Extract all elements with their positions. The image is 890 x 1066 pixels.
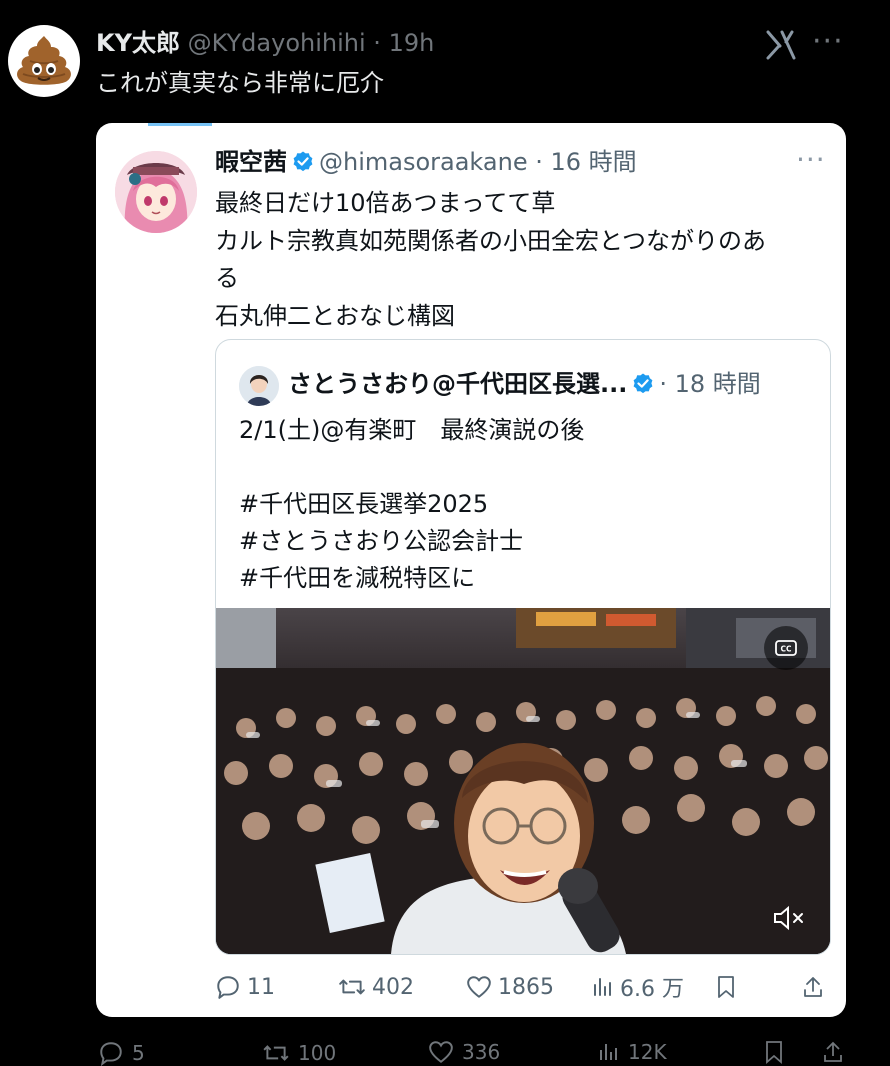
quoted-tweet-text: 最終日だけ10倍あつまってて草 カルト宗教真如苑関係者の小田全宏とつながりのあ … [215,185,825,335]
share-icon [824,1041,842,1062]
crowd-video-frame [216,608,830,954]
tweet-header: KY太郎 @KYdayohihihi · 19h [96,26,434,60]
text-line: 石丸伸二とおなじ構図 [215,301,455,330]
heart-icon [429,1041,453,1063]
text-line: 最終日だけ10倍あつまってて草 [215,189,556,217]
like-count: 1865 [498,974,554,1000]
bookmark-icon [718,976,734,998]
verified-badge-icon [293,151,313,172]
handle[interactable]: @himasoraakane [319,148,528,176]
text-line: カルト宗教真如苑関係者の小田全宏とつながりのあ [215,226,767,255]
like-button[interactable]: 1865 [466,969,554,1005]
hashtag-link[interactable]: #さとうさおり公認会計士 [239,523,584,560]
text-line [239,449,584,486]
captions-button[interactable]: CC [764,626,808,670]
separator: · [535,148,543,176]
reply-count: 5 [132,1041,145,1065]
repost-icon [339,979,365,995]
display-name[interactable]: さとうさおり@千代田区長選... [288,370,627,398]
timestamp[interactable]: 19h [389,29,435,57]
nested-quote-header: さとうさおり@千代田区長選... · 18 時間 [288,366,761,402]
heart-icon [467,976,491,998]
views-chart-icon [594,978,611,996]
repost-count: 100 [298,1041,337,1065]
text-line: 2/1(土)@有楽町 最終演説の後 [239,416,585,444]
reply-button[interactable]: 5 [98,1040,145,1066]
like-button[interactable]: 336 [428,1040,500,1064]
bookmark-button[interactable] [716,969,736,1005]
thread-line [148,123,212,126]
hashtag-link[interactable]: #千代田を減税特区に [239,560,584,597]
tweet-text: これが真実なら非常に厄介 [96,69,384,97]
bookmark-button[interactable] [764,1040,784,1064]
views-count: 6.6 万 [620,977,684,1002]
views-count: 12K [628,1040,667,1064]
quoted-tweet-card[interactable]: 暇空茜 @himasoraakane · 16 時間 ··· 最終日だけ10倍あつ… [96,123,846,1017]
speaker-muted-icon[interactable] [772,904,806,932]
more-options-button[interactable]: ··· [812,24,844,59]
display-name[interactable]: 暇空茜 [215,148,287,176]
closed-captions-icon: CC [775,640,797,656]
reply-icon [100,1042,122,1066]
display-name[interactable]: KY太郎 [96,29,180,57]
person-avatar-icon [239,366,279,406]
grok-icon[interactable] [764,28,800,62]
bookmark-icon [766,1041,782,1064]
reply-icon [217,976,239,999]
views-chart-icon [600,1044,617,1060]
quoted-tweet-header: 暇空茜 @himasoraakane · 16 時間 [215,145,637,179]
repost-button[interactable]: 100 [262,1040,336,1066]
verified-badge-icon [633,373,653,394]
hashtag-link[interactable]: #千代田区長選挙2025 [239,486,584,523]
avatar[interactable] [115,151,197,233]
like-count: 336 [462,1040,501,1064]
separator: · [373,29,381,57]
views-button[interactable]: 6.6 万 [592,969,684,1005]
reply-count: 11 [247,974,275,1000]
repost-button[interactable]: 402 [338,969,414,1005]
nested-quote-card[interactable]: さとうさおり@千代田区長選... · 18 時間 2/1(土)@有楽町 最終演説の… [215,339,831,955]
separator: · [659,370,667,398]
share-button[interactable] [802,969,824,1005]
share-button[interactable] [822,1040,844,1064]
video-player[interactable]: CC [216,608,830,954]
repost-count: 402 [372,974,414,1000]
outer-action-bar: 5 100 336 12K [0,1040,890,1066]
more-options-button[interactable]: ··· [796,143,826,176]
avatar[interactable] [8,25,80,97]
text-line: る [215,264,239,292]
poop-emoji-icon [17,36,71,85]
views-button[interactable]: 12K [598,1040,667,1064]
timestamp[interactable]: 18 時間 [675,370,761,398]
anime-girl-avatar-icon [115,151,197,233]
timestamp[interactable]: 16 時間 [551,148,637,176]
captions-label: CC [780,645,792,654]
action-bar: 11 402 1865 6.6 万 [96,969,846,1009]
reply-button[interactable]: 11 [215,969,275,1005]
nested-quote-text: 2/1(土)@有楽町 最終演説の後 #千代田区長選挙2025 #さとうさおり公認… [239,412,584,597]
handle[interactable]: @KYdayohihihi [188,29,366,57]
repost-icon [263,1045,289,1061]
share-icon [804,977,822,997]
avatar[interactable] [239,366,279,406]
